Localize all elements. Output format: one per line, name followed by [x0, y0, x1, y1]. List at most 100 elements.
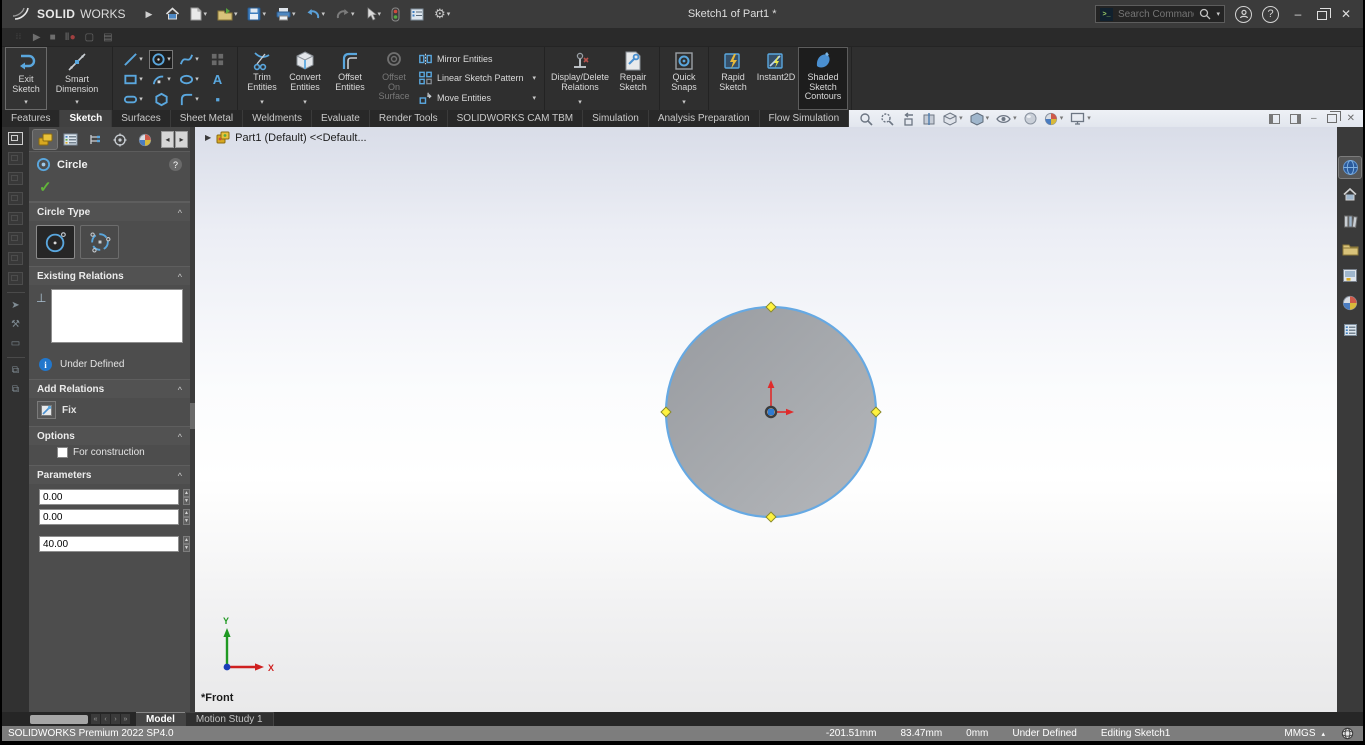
copy-settings-icon[interactable]: ⧉: [12, 384, 19, 396]
login-user-icon[interactable]: [1235, 6, 1252, 23]
dropdown-caret-icon[interactable]: ▾: [139, 96, 143, 103]
linear-sketch-pattern-button[interactable]: Linear Sketch Pattern ▾: [418, 69, 538, 87]
tab-features[interactable]: Features: [2, 110, 60, 127]
dropdown-caret-icon[interactable]: ▾: [986, 115, 990, 122]
move-entities-button[interactable]: Move Entities ▾: [418, 89, 538, 107]
search-magnifier-icon[interactable]: [1199, 8, 1211, 20]
dropdown-caret-icon[interactable]: ▾: [75, 99, 79, 107]
nav-first-icon[interactable]: «: [91, 714, 100, 724]
previous-view-icon[interactable]: [901, 112, 915, 126]
center-x-input[interactable]: [39, 489, 179, 505]
menu-expand-icon[interactable]: ▶: [146, 9, 153, 20]
file-explorer-tab[interactable]: [1339, 238, 1361, 259]
dropdown-caret-icon[interactable]: ▾: [447, 11, 451, 18]
ok-button[interactable]: ✓: [39, 179, 52, 196]
model-tab[interactable]: Model: [136, 712, 185, 726]
save-button[interactable]: ▾: [244, 5, 269, 23]
tab-surfaces[interactable]: Surfaces: [112, 110, 170, 127]
view-settings-button[interactable]: ▾: [1070, 112, 1091, 125]
design-library-tab[interactable]: [1339, 211, 1361, 232]
section-existing-relations[interactable]: Existing Relations ^: [29, 266, 190, 285]
circle-tool[interactable]: ▾: [150, 51, 172, 68]
help-icon[interactable]: ?: [169, 158, 182, 171]
collapse-chevron-icon[interactable]: ^: [178, 272, 182, 282]
dropdown-caret-icon[interactable]: ▾: [322, 11, 326, 18]
spinner-up-icon[interactable]: ▲: [183, 509, 190, 517]
view-orientation-button[interactable]: ▾: [943, 112, 963, 126]
tab-sheet-metal[interactable]: Sheet Metal: [171, 110, 243, 127]
instant2d-button[interactable]: Instant2D: [753, 48, 799, 109]
fix-relation-label[interactable]: Fix: [62, 405, 76, 416]
view-palette-tab[interactable]: [1339, 265, 1361, 286]
center-x-spinner[interactable]: ▲▼: [183, 489, 190, 505]
surface-patch-tool[interactable]: [209, 51, 226, 68]
dimxpert-manager-tab[interactable]: [108, 130, 132, 149]
macro-record-icon[interactable]: Ⅱ●: [65, 32, 76, 43]
dropdown-caret-icon[interactable]: ▾: [24, 99, 28, 107]
solidworks-logo[interactable]: SOLIDWORKS: [2, 0, 136, 28]
sheet-scrollbar[interactable]: [30, 715, 88, 724]
close-button[interactable]: ✕: [1337, 7, 1355, 21]
collapse-right-pane-icon[interactable]: [1290, 114, 1301, 124]
center-y-spinner[interactable]: ▲▼: [183, 509, 190, 525]
trim-entities-button[interactable]: Trim Entities ▾: [242, 48, 282, 109]
section-parameters[interactable]: Parameters ^: [29, 465, 190, 484]
dropdown-caret-icon[interactable]: ▾: [303, 99, 307, 107]
custom-properties-tab[interactable]: [1339, 319, 1361, 340]
collapse-chevron-icon[interactable]: ^: [178, 432, 182, 442]
minimize-button[interactable]: –: [1289, 7, 1307, 21]
dropdown-caret-icon[interactable]: ▾: [682, 99, 686, 107]
tab-simulation[interactable]: Simulation: [583, 110, 649, 127]
tag-globe-icon[interactable]: [1337, 727, 1357, 740]
dropdown-caret-icon[interactable]: ▾: [260, 99, 264, 107]
dropdown-caret-icon[interactable]: ▾: [1060, 115, 1064, 122]
collapse-chevron-icon[interactable]: ^: [178, 208, 182, 218]
dropdown-caret-icon[interactable]: ▾: [139, 76, 143, 83]
dropdown-caret-icon[interactable]: ▾: [351, 11, 355, 18]
exit-sketch-button[interactable]: Exit Sketch ▾: [6, 48, 46, 109]
copy-settings-icon[interactable]: ⧉: [12, 365, 19, 377]
macro-play-icon[interactable]: ▶: [33, 32, 41, 43]
sketch-canvas[interactable]: Y X: [195, 127, 1337, 712]
radius-spinner[interactable]: ▲▼: [183, 536, 190, 552]
polygon-tool[interactable]: [153, 91, 170, 108]
undo-button[interactable]: ▾: [303, 6, 329, 23]
rapid-sketch-button[interactable]: Rapid Sketch: [713, 48, 753, 109]
spinner-up-icon[interactable]: ▲: [183, 536, 190, 544]
unit-system-selector[interactable]: MMGS ▴: [1272, 728, 1337, 739]
view-cube-icon[interactable]: [8, 252, 23, 265]
dropdown-caret-icon[interactable]: ▾: [578, 99, 582, 107]
feature-manager-tab[interactable]: [58, 130, 82, 149]
tab-analysis-preparation[interactable]: Analysis Preparation: [649, 110, 760, 127]
point-tool[interactable]: [209, 91, 226, 108]
fix-relation-icon[interactable]: [37, 401, 56, 419]
view-cube-icon[interactable]: [8, 132, 23, 145]
dropdown-caret-icon[interactable]: ▾: [195, 76, 199, 83]
redo-button[interactable]: ▾: [332, 6, 358, 23]
nav-next-icon[interactable]: ›: [111, 714, 120, 724]
appearances-scenes-tab[interactable]: [1339, 292, 1361, 313]
smart-dimension-button[interactable]: Smart Dimension ▾: [46, 48, 108, 109]
macro-edit-icon[interactable]: ▤: [103, 32, 112, 43]
dropdown-caret-icon[interactable]: ▾: [532, 75, 536, 82]
display-icon[interactable]: ▭: [11, 338, 20, 350]
display-style-button[interactable]: ▾: [970, 112, 990, 126]
tab-flow-simulation[interactable]: Flow Simulation: [760, 110, 850, 127]
display-delete-relations-button[interactable]: Display/Delete Relations ▾: [549, 48, 611, 109]
dropdown-caret-icon[interactable]: ▾: [1087, 115, 1091, 122]
configuration-manager-tab[interactable]: [83, 130, 107, 149]
rebuild-button[interactable]: [388, 5, 403, 24]
view-cube-icon[interactable]: [8, 192, 23, 205]
dropdown-caret-icon[interactable]: ▾: [959, 115, 963, 122]
spline-tool[interactable]: ▾: [178, 51, 200, 68]
perimeter-circle-button[interactable]: [80, 225, 119, 259]
mirror-entities-button[interactable]: Mirror Entities: [418, 50, 538, 68]
view-cube-icon[interactable]: [8, 152, 23, 165]
view-cube-icon[interactable]: [8, 272, 23, 285]
quick-snaps-button[interactable]: Quick Snaps ▾: [664, 48, 704, 109]
sketch-fillet-tool[interactable]: ▾: [178, 91, 200, 108]
view-cube-icon[interactable]: [8, 172, 23, 185]
for-construction-checkbox[interactable]: [57, 447, 68, 458]
threedexperience-tab[interactable]: [1339, 157, 1361, 178]
restore-button[interactable]: [1317, 11, 1327, 20]
